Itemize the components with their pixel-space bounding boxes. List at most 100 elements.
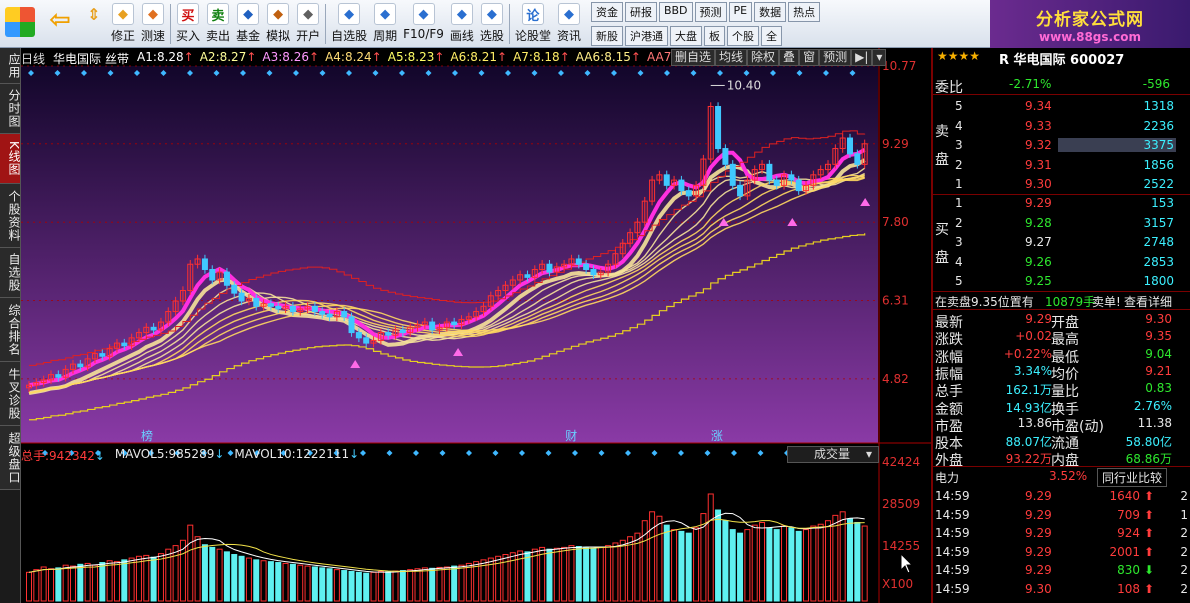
toolbar-label: 卖出 (206, 29, 231, 43)
candle-body (355, 332, 362, 339)
level-item: A5:8.23↑ (388, 50, 445, 66)
level-num: 4 (955, 118, 963, 133)
toolbar-button-9[interactable]: ◆ F10/F9 (400, 0, 447, 46)
side-tab-4[interactable]: 自选股 (0, 248, 21, 298)
side-tab-5[interactable]: 综合排名 (0, 298, 21, 362)
up-arrow-icon: ↑ (559, 50, 570, 64)
stat-value: 13.86 (1017, 415, 1052, 430)
toolbar-label: 论股堂 (514, 29, 551, 43)
volume-bar (429, 567, 436, 602)
toolbar-button-4[interactable]: ◆ 基金 (233, 0, 263, 46)
toolbar-mini-5[interactable]: 数据 (754, 2, 787, 22)
toolbar-mini-7[interactable]: 新股 (590, 26, 623, 46)
side-tab-6[interactable]: 牛叉诊股 (0, 362, 21, 426)
back-button[interactable]: ⇦ (40, 0, 80, 46)
kline-chart-area[interactable]: 10.77 9.29 7.80 6.31 4.82 10.40 榜 财 涨 42424 28509 1… (21, 48, 931, 603)
chart-option-tab-2[interactable]: 除权 (747, 49, 780, 66)
diamond-marker-icon (572, 450, 578, 456)
tick-volume: 830 (1117, 563, 1140, 577)
toolbar-mini-4[interactable]: PE (728, 2, 753, 22)
volume-bar (99, 562, 106, 602)
toolbar-button-13[interactable]: ◆ 资讯 (554, 0, 584, 46)
chart-option-tab-1[interactable]: 均线 (715, 49, 748, 66)
volume-bar (209, 546, 216, 602)
stat-value: 11.38 (1137, 415, 1172, 430)
volume-bar (355, 571, 362, 602)
toolbar-mini-10[interactable]: 板 (703, 26, 725, 46)
toolbar-mini-11[interactable]: 个股 (726, 26, 759, 46)
vol-ma5-label: MAVOL5: (114, 447, 169, 461)
scroll-up-down-button[interactable]: ⇕ (80, 0, 108, 46)
toolbar-mini-8[interactable]: 沪港通 (624, 26, 668, 46)
level-price: 9.25 (1025, 274, 1052, 288)
toolbar-button-6[interactable]: ◆ 开户 (293, 0, 323, 46)
volume-axis-label: 28509 (882, 497, 920, 511)
level-key: A5: (387, 50, 408, 64)
toolbar-mini-1[interactable]: 研报 (624, 2, 657, 22)
level-volume: 2236 (1143, 118, 1174, 133)
tick-price: 9.29 (1025, 544, 1052, 559)
level-num: 3 (955, 235, 963, 249)
volume-bar (715, 509, 722, 602)
side-tab-1[interactable]: 分时图 (0, 84, 21, 134)
toolbar-button-7[interactable]: ◆ 自选股 (328, 0, 370, 46)
level-price: 9.28 (1025, 215, 1052, 230)
diamond-marker-icon (704, 450, 711, 456)
tick-time: 14:59 (935, 489, 970, 503)
revise-icon: ◆ (112, 3, 134, 25)
app-menu-button[interactable] (0, 0, 40, 46)
candle-body (275, 305, 282, 310)
volume-bar (722, 520, 729, 602)
candle-body (150, 326, 157, 331)
chart-option-tab-4[interactable]: 窗 (799, 49, 820, 66)
toolbar-button-1[interactable]: ◆ 测速 (138, 0, 168, 46)
side-tab-2[interactable]: K线图 (0, 134, 21, 184)
tick-time: 14:59 (935, 544, 970, 559)
stat-value: 88.07亿 (1005, 435, 1052, 450)
side-tab-7[interactable]: 超级盘口 (0, 426, 21, 490)
volume-bar (348, 570, 355, 602)
toolbar-button-5[interactable]: ◆ 模拟 (263, 0, 293, 46)
toolbar-mini-3[interactable]: 预测 (694, 2, 727, 22)
volume-bar (729, 529, 736, 602)
sell-icon: 卖 (207, 3, 230, 25)
toolbar-button-3[interactable]: 卖卖出 (203, 0, 233, 46)
volume-bar (238, 555, 245, 602)
side-tab-0[interactable]: 应用 (0, 48, 21, 84)
toolbar-mini-12[interactable]: 全 (760, 26, 782, 46)
tick-row: 14:59 9.29 709 ⬆ 1 (933, 507, 1190, 524)
price-axis-label: 10.77 (882, 59, 916, 73)
stat-value: 9.29 (1025, 312, 1052, 326)
peer-compare-button[interactable]: 同行业比较 (1097, 468, 1168, 487)
toolbar-button-2[interactable]: 买买入 (173, 0, 203, 46)
diamond-marker-icon (360, 450, 366, 456)
toolbar-mini-2[interactable]: BBD (658, 2, 693, 22)
toolbar-mini-9[interactable]: 大盘 (669, 26, 702, 46)
toolbar-button-11[interactable]: ◆ 选股 (477, 0, 507, 46)
chart-option-tab-5[interactable]: 预测 (819, 49, 852, 66)
level-volume: 3375 (1058, 138, 1176, 152)
volume-indicator-select[interactable]: 成交量 ▾ (787, 446, 879, 463)
toolbar-mini-0[interactable]: 资金 (590, 2, 623, 22)
toolbar-mini-6[interactable]: 热点 (788, 2, 821, 22)
chart-option-tab-0[interactable]: 删自选 (671, 49, 716, 66)
hammer-icon: ◆ (267, 3, 290, 25)
toolbar-button-12[interactable]: 论论股堂 (512, 0, 554, 46)
toolbar-button-0[interactable]: ◆ 修正 (108, 0, 138, 46)
notice-detail-link[interactable]: 查看详细 (1124, 293, 1172, 310)
scroll-right-icon[interactable]: ▶| (851, 49, 873, 66)
side-tab-3[interactable]: 个股资料 (0, 184, 21, 248)
up-arrow-icon: ↑ (371, 50, 382, 64)
chart-option-tab-3[interactable]: 叠 (779, 49, 800, 66)
volume-bar (854, 521, 861, 602)
stat-value: +0.22% (1003, 346, 1052, 361)
toolbar-button-10[interactable]: ◆ 画线 (447, 0, 477, 46)
up-arrow-icon: ⬆ (1143, 581, 1154, 596)
candle-body (678, 179, 685, 192)
dropdown-arrow-icon[interactable]: ▾ (872, 49, 887, 66)
candle-body (546, 263, 553, 273)
stat-value: 93.22万 (1005, 452, 1052, 467)
tick-price: 9.29 (1025, 526, 1052, 540)
toolbar-label: 选股 (479, 29, 504, 43)
toolbar-button-8[interactable]: ◆ 周期 (370, 0, 400, 46)
